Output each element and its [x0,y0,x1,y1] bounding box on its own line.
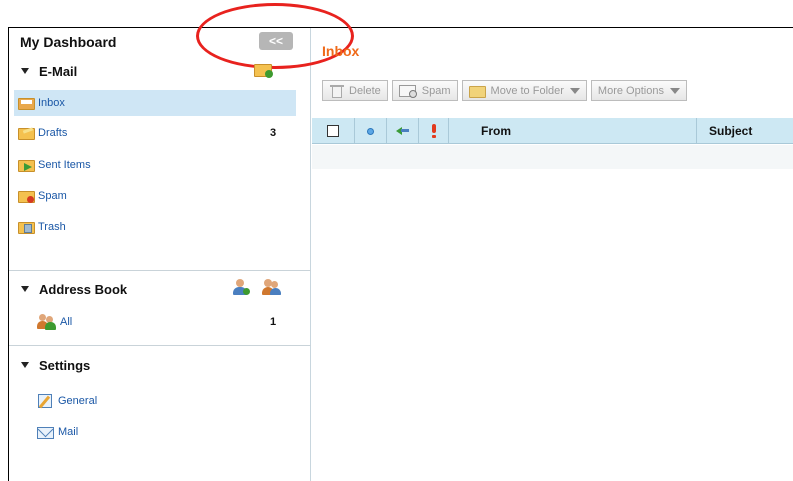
expand-triangle-icon [21,362,29,368]
email-section-label: E-Mail [39,64,78,79]
sidebar-item-label: All [60,316,73,328]
spam-icon [398,84,418,98]
trash-icon [18,221,35,234]
expand-triangle-icon [21,68,29,74]
sidebar-item-label: Spam [38,190,67,202]
section-divider [9,270,311,271]
sidebar-item-label: Drafts [38,127,68,139]
sidebar-item-label: Inbox [38,97,65,109]
sidebar-item-spam[interactable]: Spam [18,187,67,205]
all-contacts-count: 1 [270,316,277,328]
drafts-icon [18,126,35,140]
move-to-folder-label: Move to Folder [490,84,564,97]
settings-section-header[interactable]: Settings [21,358,90,373]
move-to-folder-button[interactable]: Move to Folder [461,80,587,101]
spam-label: Spam [421,84,451,97]
sidebar-item-inbox[interactable]: Inbox [18,94,65,112]
sidebar-item-label: General [58,395,98,407]
inbox-icon [18,97,35,110]
message-toolbar: Delete Spam Move to Folder More Options [322,80,687,103]
from-column-header[interactable]: From [449,118,697,144]
collapse-sidebar-button[interactable]: << [259,32,293,50]
priority-column[interactable] [419,118,449,144]
reply-column[interactable] [387,118,419,144]
select-all-checkbox[interactable] [327,125,339,137]
sidebar-item-label: Mail [58,426,79,438]
contacts-icon [37,314,57,330]
mail-settings-icon [37,421,55,439]
page-title: Inbox [322,43,360,59]
delete-button[interactable]: Delete [322,80,388,101]
drafts-count: 3 [270,127,277,139]
dashboard-title: My Dashboard [20,34,117,50]
sidebar-item-sent[interactable]: Sent Items [18,156,91,174]
add-contact-icon[interactable] [232,278,250,296]
sidebar-item-general[interactable]: General [37,392,97,410]
more-options-label: More Options [597,84,664,97]
delete-icon [329,84,345,98]
spam-folder-icon [18,190,35,203]
sidebar-item-trash[interactable]: Trash [18,218,66,236]
select-all-column [312,118,355,144]
chevron-down-icon [569,87,580,94]
email-section-header[interactable]: E-Mail [21,64,77,79]
more-options-button[interactable]: More Options [590,80,687,101]
spam-button[interactable]: Spam [391,80,458,101]
address-book-section-header[interactable]: Address Book [21,282,127,297]
move-folder-icon [468,84,487,98]
priority-icon [431,124,437,138]
settings-section-label: Settings [39,358,91,373]
add-group-icon[interactable] [262,278,282,296]
chevron-down-icon [669,87,680,94]
status-icon [367,127,374,135]
message-table-header: From Subject [312,118,793,144]
subject-column-header[interactable]: Subject [697,118,793,144]
sidebar-item-label: Sent Items [38,159,91,171]
delete-label: Delete [349,84,381,97]
reply-icon [395,124,411,138]
address-book-label: Address Book [39,282,128,297]
status-column[interactable] [355,118,387,144]
sidebar-item-mail-settings[interactable]: Mail [37,421,79,441]
sidebar-item-drafts[interactable]: Drafts [18,124,67,142]
sent-icon [18,159,35,172]
section-divider [9,345,311,346]
new-folder-icon[interactable] [254,62,274,78]
sidebar-item-label: Trash [38,221,66,233]
expand-triangle-icon [21,286,29,292]
empty-message-list [312,145,793,169]
general-settings-icon [37,393,55,409]
sidebar-item-all-contacts[interactable]: All [37,313,72,331]
